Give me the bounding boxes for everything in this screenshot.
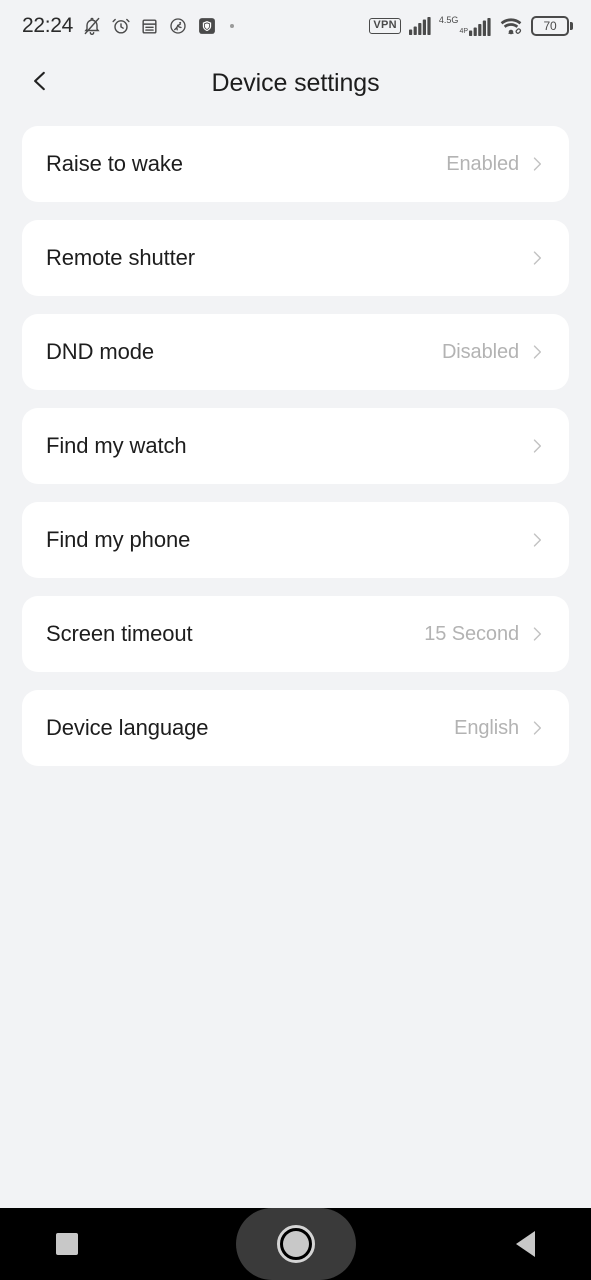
settings-row-right: English [454, 717, 547, 740]
settings-row-value: Disabled [441, 340, 519, 363]
settings-row-label: Raise to wake [46, 151, 183, 176]
settings-row-right [519, 436, 547, 456]
settings-row-right [519, 248, 547, 268]
settings-row-device-language[interactable]: Device language English [22, 690, 569, 766]
signal-bars-icon [408, 17, 431, 35]
settings-row-raise-to-wake[interactable]: Raise to wake Enabled [22, 126, 569, 202]
fitness-run-icon [168, 16, 188, 36]
page-title: Device settings [211, 68, 380, 97]
settings-row-value: Enabled [446, 152, 519, 175]
alarm-clock-icon [111, 16, 131, 36]
settings-row-find-my-phone[interactable]: Find my phone [22, 502, 569, 578]
chevron-right-icon [527, 248, 547, 268]
wifi-icon [499, 16, 523, 36]
settings-row-right [519, 530, 547, 550]
battery-cap [570, 22, 573, 30]
settings-row-dnd-mode[interactable]: DND mode Disabled [22, 314, 569, 390]
network-type-label: 4.5G [438, 15, 459, 25]
settings-row-label: Find my watch [46, 433, 187, 458]
home-dot-icon [282, 1231, 309, 1257]
signal-bars-secondary-icon [469, 18, 491, 36]
settings-row-label: Remote shutter [46, 245, 196, 270]
settings-row-label: DND mode [46, 339, 155, 364]
settings-row-remote-shutter[interactable]: Remote shutter [22, 220, 569, 296]
home-button[interactable] [235, 1208, 356, 1280]
settings-row-label: Screen timeout [46, 621, 193, 646]
chevron-right-icon [527, 718, 547, 738]
status-bar-left: 22:24 [22, 14, 235, 38]
bell-muted-icon [82, 16, 102, 36]
settings-row-right: 15 Second [424, 623, 547, 646]
recents-button[interactable] [56, 1233, 78, 1255]
dot-indicator-icon [230, 24, 235, 28]
vpn-badge: VPN [369, 18, 401, 34]
system-navigation-bar [0, 1208, 591, 1280]
settings-list: Raise to wake Enabled Remote shutter DND… [0, 114, 591, 1208]
battery-level-label: 70 [543, 19, 557, 33]
chevron-right-icon [527, 342, 547, 362]
settings-row-screen-timeout[interactable]: Screen timeout 15 Second [22, 596, 569, 672]
network-type-group: 4.5G 4P [439, 16, 491, 36]
back-nav-button[interactable] [516, 1231, 535, 1257]
chevron-right-icon [527, 154, 547, 174]
settings-row-right: Enabled [446, 153, 547, 176]
phone-screen: 22:24 VPN 4.5G 4P 70 Device settings Rai… [0, 0, 591, 1280]
settings-row-label: Find my phone [46, 527, 191, 552]
battery-indicator: 70 [531, 16, 573, 36]
back-button[interactable] [18, 61, 62, 105]
status-bar: 22:24 VPN 4.5G 4P 70 [0, 0, 591, 52]
settings-row-value: 15 Second [424, 622, 519, 645]
shield-icon [197, 16, 217, 36]
status-bar-right: VPN 4.5G 4P 70 [369, 16, 573, 36]
chevron-right-icon [527, 436, 547, 456]
battery-body: 70 [531, 16, 569, 36]
notes-icon [140, 17, 159, 36]
settings-row-label: Device language [46, 715, 209, 740]
network-sub-label: 4P [459, 28, 468, 35]
chevron-left-icon [27, 68, 53, 99]
home-circle-icon [276, 1225, 315, 1263]
chevron-right-icon [527, 530, 547, 550]
status-bar-clock: 22:24 [22, 14, 74, 37]
page-header: Device settings [0, 52, 591, 114]
settings-row-value: English [454, 716, 519, 739]
chevron-right-icon [527, 624, 547, 644]
settings-row-right: Disabled [442, 341, 547, 364]
settings-row-find-my-watch[interactable]: Find my watch [22, 408, 569, 484]
